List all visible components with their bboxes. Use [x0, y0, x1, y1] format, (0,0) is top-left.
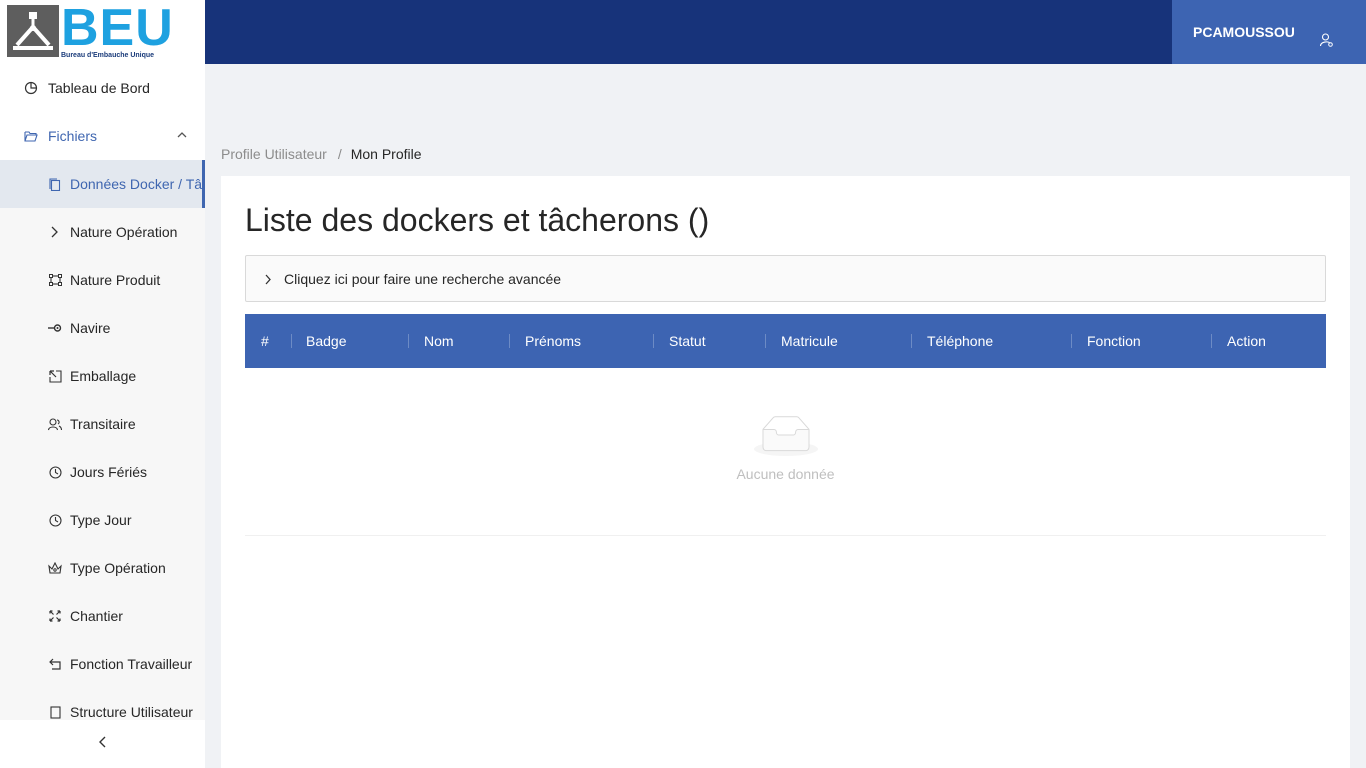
sidebar-item-emballage[interactable]: Emballage	[0, 352, 205, 400]
sidebar-item-nature-operation[interactable]: Nature Opération	[0, 208, 205, 256]
column-header-telephone[interactable]: Téléphone	[911, 314, 1071, 368]
pie-chart-icon	[24, 81, 38, 95]
breadcrumb-current: Mon Profile	[350, 146, 422, 162]
empty-state-text: Aucune donnée	[736, 466, 835, 482]
crane-hook-icon	[13, 12, 53, 50]
clock-icon	[48, 465, 62, 479]
table-header: # Badge Nom Prénoms Statut Matricule Tél…	[245, 314, 1326, 368]
sidebar-item-label: Transitaire	[70, 416, 136, 432]
sidebar-item-structure-utilisateur[interactable]: Structure Utilisateur	[0, 688, 205, 720]
right-icon	[48, 225, 62, 239]
clock-icon	[48, 513, 62, 527]
column-header-matricule[interactable]: Matricule	[765, 314, 911, 368]
sidebar-item-label: Jours Fériés	[70, 464, 148, 480]
logo[interactable]: BEU Bureau d'Embauche Unique	[0, 0, 205, 64]
folder-open-icon	[24, 129, 38, 143]
logo-subtitle: Bureau d'Embauche Unique	[61, 52, 155, 59]
rollback-icon	[48, 657, 62, 671]
sidebar-item-transitaire[interactable]: Transitaire	[0, 400, 205, 448]
column-header-badge[interactable]: Badge	[291, 314, 408, 368]
column-header-statut[interactable]: Statut	[653, 314, 765, 368]
ship-icon	[48, 321, 62, 335]
sidebar-item-dockers[interactable]: Données Docker / Tâcherons	[0, 160, 205, 208]
sidebar-item-label: Navire	[70, 320, 111, 336]
page-title: Liste des dockers et tâcherons ()	[245, 202, 710, 238]
column-header-index[interactable]: #	[245, 314, 291, 368]
advanced-search-label: Cliquez ici pour faire une recherche ava…	[284, 270, 562, 287]
sidebar-item-label: Nature Opération	[70, 224, 178, 240]
breadcrumb-separator: /	[337, 146, 342, 162]
main-card: Liste des dockers et tâcherons () Clique…	[221, 176, 1350, 768]
sidebar-item-fonction-travailleur[interactable]: Fonction Travailleur	[0, 640, 205, 688]
sidebar-item-nature-produit[interactable]: Nature Produit	[0, 256, 205, 304]
column-header-action[interactable]: Action	[1211, 314, 1326, 368]
username: PCAMOUSSOU	[1193, 24, 1295, 40]
sidebar: BEU Bureau d'Embauche Unique Tableau de …	[0, 0, 205, 768]
chevron-right-icon	[264, 274, 272, 288]
sidebar-item-dashboard[interactable]: Tableau de Bord	[0, 64, 205, 112]
column-header-nom[interactable]: Nom	[408, 314, 509, 368]
file-icon	[48, 705, 62, 719]
empty-inbox-icon	[753, 416, 818, 456]
sidebar-item-label: Données Docker / Tâcherons	[70, 176, 205, 192]
sidebar-menu: Tableau de Bord Fichiers Données Docker …	[0, 64, 205, 720]
select-icon	[48, 369, 62, 383]
sidebar-item-label: Tableau de Bord	[48, 80, 150, 96]
crown-icon	[48, 561, 62, 575]
sidebar-item-label: Type Opération	[70, 560, 166, 576]
table-empty-state: Aucune donnée	[245, 368, 1326, 536]
logo-emblem	[7, 5, 59, 57]
user-settings-icon	[1319, 33, 1333, 50]
sidebar-item-label: Fonction Travailleur	[70, 656, 193, 672]
sidebar-item-label: Fichiers	[48, 128, 98, 144]
top-header: PCAMOUSSOU	[205, 0, 1366, 64]
sidebar-item-label: Emballage	[70, 368, 137, 384]
expand-icon	[48, 609, 62, 623]
sidebar-item-label: Nature Produit	[70, 272, 161, 288]
sidebar-item-label: Chantier	[70, 608, 123, 624]
advanced-search-toggle[interactable]: Cliquez ici pour faire une recherche ava…	[245, 255, 1326, 302]
chevron-left-icon	[98, 735, 107, 753]
column-header-prenoms[interactable]: Prénoms	[509, 314, 653, 368]
sidebar-item-jours-feries[interactable]: Jours Fériés	[0, 448, 205, 496]
column-header-fonction[interactable]: Fonction	[1071, 314, 1211, 368]
sidebar-item-type-jour[interactable]: Type Jour	[0, 496, 205, 544]
sidebar-item-label: Structure Utilisateur	[70, 704, 193, 720]
sidebar-collapse-button[interactable]	[0, 720, 205, 768]
breadcrumb: Profile Utilisateur / Mon Profile	[221, 146, 422, 162]
border-icon	[48, 273, 62, 287]
breadcrumb-parent-link[interactable]: Profile Utilisateur	[221, 146, 327, 162]
sidebar-item-label: Type Jour	[70, 512, 132, 528]
sidebar-item-chantier[interactable]: Chantier	[0, 592, 205, 640]
user-menu[interactable]: PCAMOUSSOU	[1172, 0, 1366, 64]
logo-title: BEU	[61, 0, 174, 57]
sidebar-item-navire[interactable]: Navire	[0, 304, 205, 352]
users-icon	[48, 417, 62, 431]
sidebar-submenu-files[interactable]: Fichiers	[0, 112, 205, 160]
copy-icon	[48, 177, 62, 191]
chevron-up-icon	[177, 129, 187, 141]
sidebar-item-type-operation[interactable]: Type Opération	[0, 544, 205, 592]
